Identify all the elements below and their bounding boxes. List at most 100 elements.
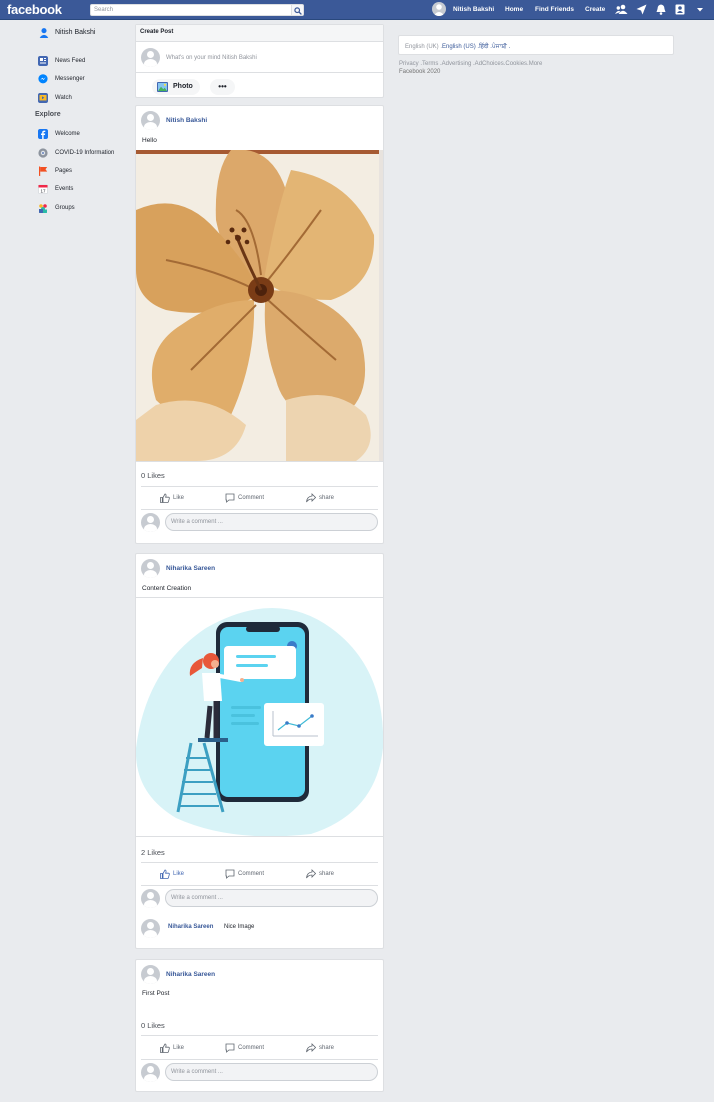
sidebar-item-label: News Feed xyxy=(55,58,86,64)
post-card: Niharika Sareen Content Creation 2 Likes… xyxy=(135,553,384,949)
footer-links[interactable]: Privacy .Terms .Advertising .AdChoices.C… xyxy=(399,61,542,67)
comment-input[interactable]: Write a comment ... xyxy=(165,1063,378,1081)
groups-icon xyxy=(39,204,47,213)
share-icon xyxy=(306,1043,316,1053)
sidebar-item-label: Groups xyxy=(55,205,75,211)
comment-author-name[interactable]: Niharika Sareen xyxy=(168,924,213,930)
share-button-label: share xyxy=(319,1045,335,1051)
like-button-label: Like xyxy=(173,1045,185,1051)
user-profile-icon xyxy=(39,28,49,38)
facebook-logo[interactable]: facebook xyxy=(7,2,62,17)
sidebar-item-label: Events xyxy=(55,186,74,192)
post-image[interactable] xyxy=(136,150,383,461)
nav-find-friends-link[interactable]: Find Friends xyxy=(535,6,574,13)
actions-divider xyxy=(141,1035,378,1036)
search-button[interactable] xyxy=(292,4,304,16)
account-menu-chevron-down-icon[interactable] xyxy=(697,8,703,12)
like-button-label: Like xyxy=(173,495,185,501)
comments-divider xyxy=(141,509,378,510)
post-author-avatar[interactable] xyxy=(141,111,160,130)
post-author-name[interactable]: Nitish Bakshi xyxy=(166,117,207,124)
language-english-uk[interactable]: English (UK) xyxy=(405,44,439,50)
sidebar-explore-heading: Explore xyxy=(35,111,61,118)
actions-divider xyxy=(141,486,378,487)
commenter-avatar xyxy=(141,889,160,908)
sidebar-item-label: COVID-19 Information xyxy=(55,150,115,156)
language-punjabi[interactable]: ਪੰਜਾਬੀ xyxy=(492,44,507,50)
thumbs-up-icon xyxy=(160,493,170,503)
search-input[interactable]: Search xyxy=(90,4,292,16)
thumbs-up-icon xyxy=(160,1043,170,1053)
more-options-button[interactable]: ••• xyxy=(210,79,235,95)
create-post-card: Create Post What's on your mind Nitish B… xyxy=(135,24,384,98)
photo-button[interactable]: Photo xyxy=(152,79,200,95)
likes-count[interactable]: 0 Likes xyxy=(141,1021,165,1030)
likes-count[interactable]: 2 Likes xyxy=(141,848,165,857)
sidebar-profile-name: Nitish Bakshi xyxy=(55,29,96,36)
share-icon xyxy=(306,869,316,879)
sidebar-item-label: Messenger xyxy=(55,76,85,82)
share-button-label: share xyxy=(319,871,335,877)
send-icon[interactable] xyxy=(636,4,647,15)
friend-requests-icon[interactable] xyxy=(615,4,628,15)
notifications-bell-icon[interactable] xyxy=(656,4,666,15)
sidebar-item-label: Welcome xyxy=(55,131,80,137)
nav-user-name[interactable]: Nitish Bakshi xyxy=(453,6,494,13)
nav-home-link[interactable]: Home xyxy=(505,6,523,13)
covid-info-icon xyxy=(38,148,48,158)
post-author-name[interactable]: Niharika Sareen xyxy=(166,565,215,572)
nav-create-link[interactable]: Create xyxy=(585,6,605,13)
post-author-name[interactable]: Niharika Sareen xyxy=(166,971,215,978)
actions-divider xyxy=(141,862,378,863)
thumbs-up-icon xyxy=(160,869,170,879)
hibiscus-flower-image xyxy=(136,150,383,461)
post-text: Content Creation xyxy=(142,585,192,592)
comment-icon xyxy=(225,869,235,879)
messenger-icon xyxy=(38,74,48,84)
top-navigation-bar: facebook Search Nitish Bakshi Home Find … xyxy=(0,0,714,20)
create-post-input[interactable]: What's on your mind Nitish Bakshi xyxy=(166,55,257,61)
comment-author-avatar[interactable] xyxy=(141,919,160,938)
flag-icon xyxy=(39,166,48,176)
post-author-avatar[interactable] xyxy=(141,559,160,578)
commenter-avatar xyxy=(141,513,160,532)
post-image[interactable] xyxy=(136,598,383,836)
language-hindi[interactable]: हिंदी xyxy=(479,44,488,50)
image-divider xyxy=(136,461,383,462)
post-author-avatar[interactable] xyxy=(141,965,160,984)
sidebar-item-label: Watch xyxy=(55,95,72,101)
comments-divider xyxy=(141,1059,378,1060)
facebook-f-icon xyxy=(38,129,48,139)
comment-icon xyxy=(225,493,235,503)
composer-avatar xyxy=(141,48,160,67)
svg-text:17: 17 xyxy=(40,188,46,193)
contacts-icon[interactable] xyxy=(675,4,685,15)
post-text: First Post xyxy=(142,990,170,997)
image-divider xyxy=(136,836,383,837)
photo-icon xyxy=(157,82,168,92)
commenter-avatar xyxy=(141,1063,160,1082)
phone-illustration-image xyxy=(136,608,383,836)
footer-copyright: Facebook 2020 xyxy=(399,69,441,75)
sidebar-item-label: Pages xyxy=(55,168,73,174)
language-english-us[interactable]: English (US) xyxy=(442,44,476,50)
create-post-heading: Create Post xyxy=(136,25,383,42)
calendar-icon: 17 xyxy=(38,184,48,194)
comment-button-label: Comment xyxy=(238,871,265,877)
comment-input[interactable]: Write a comment ... xyxy=(165,513,378,531)
post-card: Niharika Sareen First Post 0 Likes Like … xyxy=(135,959,384,1092)
likes-count[interactable]: 0 Likes xyxy=(141,471,165,480)
nav-user-avatar[interactable] xyxy=(432,2,446,16)
news-feed-icon xyxy=(38,56,48,66)
comment-button-label: Comment xyxy=(238,495,265,501)
share-button-label: share xyxy=(319,495,335,501)
photo-button-label: Photo xyxy=(173,83,193,90)
language-selector: English (UK) .English (US) .हिंदी .ਪੰਜਾਬ… xyxy=(398,35,674,55)
post-card: Nitish Bakshi Hello 0 Likes Like Comment… xyxy=(135,105,384,544)
comment-icon xyxy=(225,1043,235,1053)
search-icon xyxy=(294,7,302,15)
composer-divider xyxy=(136,72,383,73)
comment-text: Nice Image xyxy=(224,924,255,930)
like-button-label: Like xyxy=(173,871,185,877)
comment-input[interactable]: Write a comment ... xyxy=(165,889,378,907)
